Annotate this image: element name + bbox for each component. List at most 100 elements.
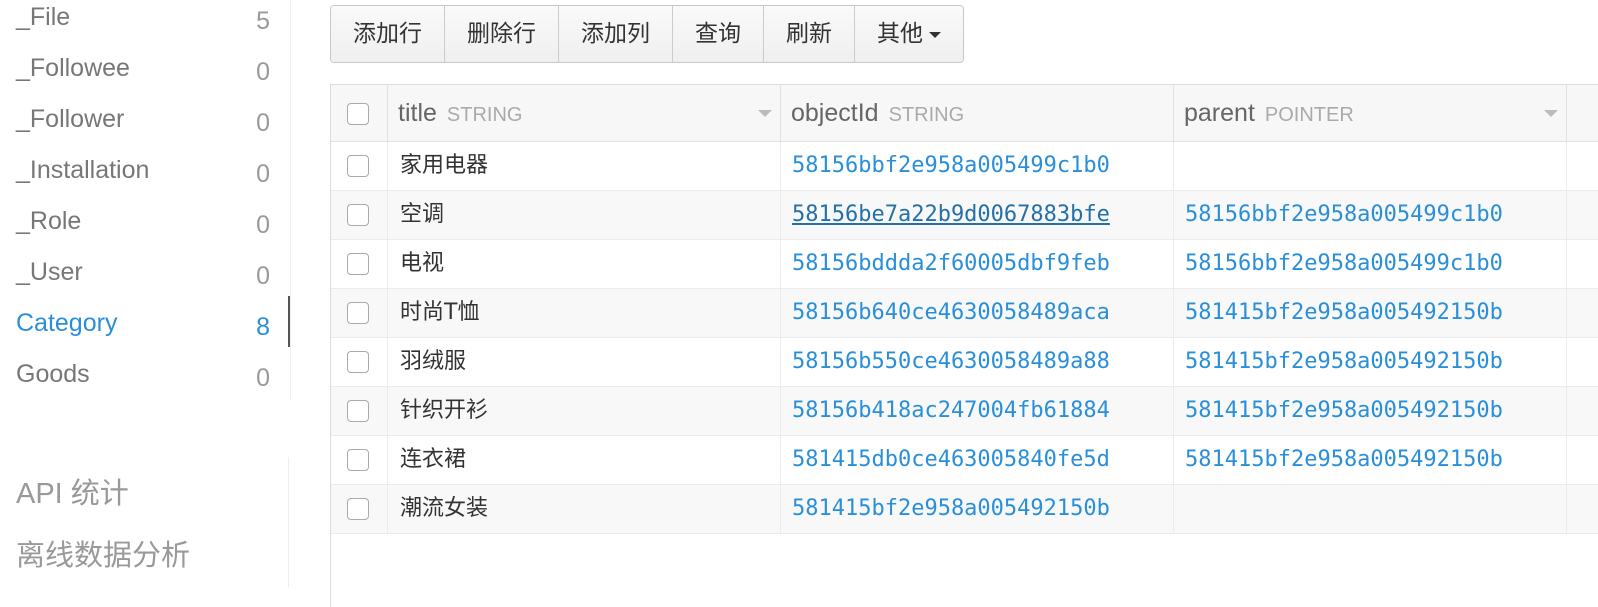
- table-row[interactable]: 潮流女装 581415bf2e958a005492150b: [331, 485, 1598, 534]
- objectid-link[interactable]: 58156be7a22b9d0067883bfe: [792, 202, 1110, 227]
- class-item-followee[interactable]: _Followee 0: [0, 43, 290, 94]
- class-name: _File: [16, 3, 71, 31]
- parent-cell[interactable]: 581415bf2e958a005492150b: [1174, 289, 1567, 337]
- query-button[interactable]: 查询: [673, 6, 764, 62]
- parent-cell[interactable]: 58156bbf2e958a005499c1b0: [1174, 240, 1567, 288]
- objectid-cell[interactable]: 58156b640ce4630058489aca: [781, 289, 1174, 337]
- table-row[interactable]: 家用电器 58156bbf2e958a005499c1b0: [331, 142, 1598, 191]
- parent-link[interactable]: 581415bf2e958a005492150b: [1185, 447, 1503, 472]
- parent-cell[interactable]: [1174, 485, 1567, 533]
- row-checkbox[interactable]: [347, 498, 369, 520]
- table-row[interactable]: 连衣裙 581415db0ce463005840fe5d 581415bf2e9…: [331, 436, 1598, 485]
- class-item-file[interactable]: _File 5: [0, 0, 290, 43]
- table-row[interactable]: 羽绒服 58156b550ce4630058489a88 581415bf2e9…: [331, 338, 1598, 387]
- column-name: objectId: [791, 99, 879, 127]
- objectid-cell[interactable]: 581415bf2e958a005492150b: [781, 485, 1174, 533]
- title-cell[interactable]: 时尚T恤: [388, 289, 781, 337]
- table-row[interactable]: 时尚T恤 58156b640ce4630058489aca 581415bf2e…: [331, 289, 1598, 338]
- class-name: _User: [16, 258, 83, 286]
- row-select-cell: [331, 338, 388, 386]
- objectid-cell[interactable]: 58156bddda2f60005dbf9feb: [781, 240, 1174, 288]
- class-item-user[interactable]: _User 0: [0, 247, 290, 298]
- objectid-link[interactable]: 581415db0ce463005840fe5d: [792, 447, 1110, 472]
- data-grid: title STRING objectId STRING parent POINTER…: [330, 84, 1598, 607]
- row-checkbox[interactable]: [347, 302, 369, 324]
- class-count: 5: [256, 7, 270, 35]
- objectid-cell[interactable]: 58156bbf2e958a005499c1b0: [781, 142, 1174, 190]
- title-cell[interactable]: 电视: [388, 240, 781, 288]
- parent-cell[interactable]: 58156bbf2e958a005499c1b0: [1174, 191, 1567, 239]
- class-item-role[interactable]: _Role 0: [0, 196, 290, 247]
- class-count: 0: [256, 262, 270, 290]
- title-cell[interactable]: 连衣裙: [388, 436, 781, 484]
- column-name: parent: [1184, 99, 1255, 127]
- objectid-cell[interactable]: 58156b550ce4630058489a88: [781, 338, 1174, 386]
- class-name: Goods: [16, 360, 90, 388]
- objectid-cell[interactable]: 581415db0ce463005840fe5d: [781, 436, 1174, 484]
- parent-link[interactable]: 581415bf2e958a005492150b: [1185, 398, 1503, 423]
- objectid-link[interactable]: 58156bddda2f60005dbf9feb: [792, 251, 1110, 276]
- parent-link[interactable]: 58156bbf2e958a005499c1b0: [1185, 202, 1503, 227]
- sidebar-divider: [288, 457, 289, 587]
- add-row-button[interactable]: 添加行: [331, 6, 445, 62]
- more-dropdown-button[interactable]: 其他: [855, 6, 963, 62]
- column-header-parent[interactable]: parent POINTER: [1174, 85, 1567, 141]
- refresh-button[interactable]: 刷新: [764, 6, 855, 62]
- parent-cell[interactable]: 581415bf2e958a005492150b: [1174, 387, 1567, 435]
- class-item-follower[interactable]: _Follower 0: [0, 94, 290, 145]
- active-class-marker: [288, 296, 290, 347]
- class-name: Category: [16, 309, 118, 337]
- objectid-link[interactable]: 58156bbf2e958a005499c1b0: [792, 153, 1110, 178]
- objectid-link[interactable]: 58156b418ac247004fb61884: [792, 398, 1110, 423]
- row-checkbox[interactable]: [347, 204, 369, 226]
- class-item-installation[interactable]: _Installation 0: [0, 145, 290, 196]
- row-checkbox[interactable]: [347, 449, 369, 471]
- title-cell[interactable]: 羽绒服: [388, 338, 781, 386]
- column-type: STRING: [446, 104, 523, 126]
- column-name: title: [398, 99, 437, 127]
- title-cell[interactable]: 家用电器: [388, 142, 781, 190]
- title-cell[interactable]: 针织开衫: [388, 387, 781, 435]
- class-name: _Followee: [16, 54, 130, 82]
- column-menu-arrow-icon[interactable]: [1544, 110, 1558, 117]
- parent-link[interactable]: 58156bbf2e958a005499c1b0: [1185, 251, 1503, 276]
- class-item-goods[interactable]: Goods 0: [0, 349, 290, 400]
- objectid-cell[interactable]: 58156b418ac247004fb61884: [781, 387, 1174, 435]
- column-type: POINTER: [1264, 104, 1354, 126]
- column-header-objectid[interactable]: objectId STRING: [781, 85, 1174, 141]
- class-count: 0: [256, 109, 270, 137]
- class-item-category[interactable]: Category 8: [0, 298, 290, 349]
- row-select-cell: [331, 485, 388, 533]
- column-menu-arrow-icon[interactable]: [758, 110, 772, 117]
- api-stats-link[interactable]: API 统计: [16, 470, 129, 512]
- table-row[interactable]: 针织开衫 58156b418ac247004fb61884 581415bf2e…: [331, 387, 1598, 436]
- offline-analysis-link[interactable]: 离线数据分析: [16, 532, 190, 574]
- parent-link[interactable]: 581415bf2e958a005492150b: [1185, 349, 1503, 374]
- class-count: 0: [256, 58, 270, 86]
- parent-cell[interactable]: [1174, 142, 1567, 190]
- column-header-title[interactable]: title STRING: [388, 85, 781, 141]
- row-select-cell: [331, 289, 388, 337]
- select-all-checkbox[interactable]: [347, 103, 369, 125]
- objectid-cell[interactable]: 58156be7a22b9d0067883bfe: [781, 191, 1174, 239]
- delete-row-button[interactable]: 删除行: [445, 6, 559, 62]
- add-column-button[interactable]: 添加列: [559, 6, 673, 62]
- row-checkbox[interactable]: [347, 351, 369, 373]
- title-cell[interactable]: 潮流女装: [388, 485, 781, 533]
- objectid-link[interactable]: 58156b550ce4630058489a88: [792, 349, 1110, 374]
- parent-cell[interactable]: 581415bf2e958a005492150b: [1174, 436, 1567, 484]
- row-checkbox[interactable]: [347, 253, 369, 275]
- parent-link[interactable]: 581415bf2e958a005492150b: [1185, 300, 1503, 325]
- row-checkbox[interactable]: [347, 400, 369, 422]
- objectid-link[interactable]: 581415bf2e958a005492150b: [792, 496, 1110, 521]
- parent-cell[interactable]: 581415bf2e958a005492150b: [1174, 338, 1567, 386]
- title-cell[interactable]: 空调: [388, 191, 781, 239]
- row-select-cell: [331, 191, 388, 239]
- class-name: _Installation: [16, 156, 150, 184]
- class-list: _File 5 _Followee 0 _Follower 0 _Install…: [0, 0, 291, 400]
- table-row[interactable]: 空调 58156be7a22b9d0067883bfe 58156bbf2e95…: [331, 191, 1598, 240]
- column-type: STRING: [888, 104, 965, 126]
- table-row[interactable]: 电视 58156bddda2f60005dbf9feb 58156bbf2e95…: [331, 240, 1598, 289]
- objectid-link[interactable]: 58156b640ce4630058489aca: [792, 300, 1110, 325]
- row-checkbox[interactable]: [347, 155, 369, 177]
